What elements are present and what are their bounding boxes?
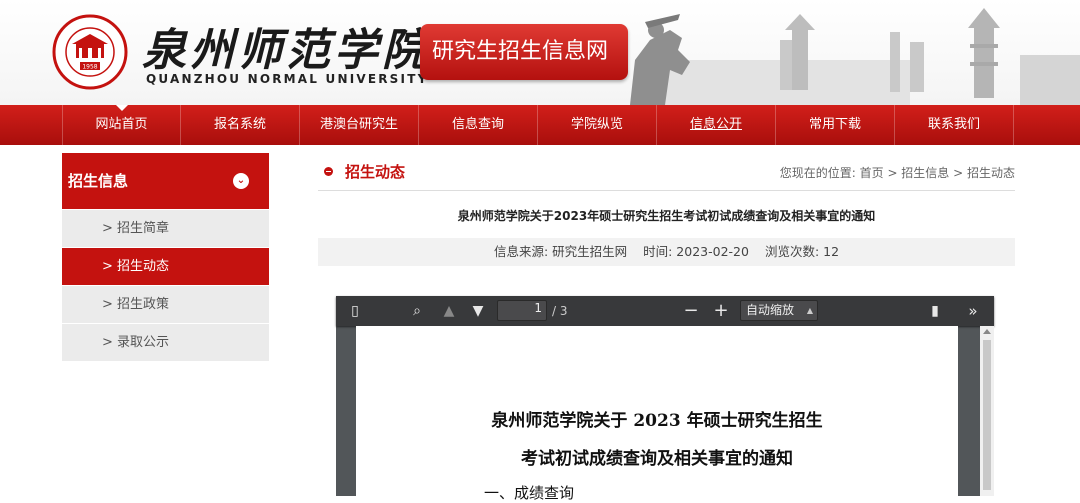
article-title: 泉州师范学院关于2023年硕士研究生招生考试初试成绩查询及相关事宜的通知: [457, 209, 876, 223]
sidebar-item-brochure[interactable]: > 招生简章: [62, 209, 269, 247]
school-name-en: QUANZHOU NORMAL UNIVERSITY: [146, 72, 429, 86]
section-bullet-icon: [324, 167, 333, 176]
section-header: 招生动态 您现在的位置: 首页 > 招生信息 > 招生动态: [318, 153, 1015, 191]
bookmark-icon[interactable]: ▮: [926, 302, 944, 320]
page-total: / 3: [552, 304, 568, 318]
main-content: 招生动态 您现在的位置: 首页 > 招生信息 > 招生动态 泉州师范学院关于20…: [318, 153, 1015, 266]
tools-expand-icon[interactable]: »: [964, 302, 982, 320]
nav-item-info-query[interactable]: 信息查询: [419, 105, 538, 145]
zoom-select-value: 自动缩放: [746, 303, 795, 317]
nav-item-college-overview[interactable]: 学院纵览: [538, 105, 657, 145]
zoom-in-icon[interactable]: +: [712, 302, 730, 320]
zoom-out-icon[interactable]: −: [682, 302, 700, 320]
nav-item-contact[interactable]: 联系我们: [895, 105, 1014, 145]
previous-page-icon[interactable]: ▲: [440, 302, 458, 320]
scroll-thumb[interactable]: [983, 340, 991, 490]
meta-time: 时间: 2023-02-20: [643, 244, 749, 259]
site-title: 研究生招生信息网: [420, 24, 628, 80]
chevron-down-icon[interactable]: ⌄: [233, 173, 249, 189]
doc-title-line2: 考试初试成绩查询及相关事宜的通知: [521, 449, 793, 469]
pdf-scrollbar[interactable]: [980, 326, 994, 496]
sidebar-toggle-icon[interactable]: ▯: [346, 302, 364, 320]
sidebar-header: 招生信息 ⌄: [62, 153, 269, 209]
meta-views: 浏览次数: 12: [764, 244, 840, 259]
nav-item-info-disclosure[interactable]: 信息公开: [657, 105, 776, 145]
meta-source: 信息来源: 研究生招生网: [493, 244, 628, 259]
breadcrumb[interactable]: 您现在的位置: 首页 > 招生信息 > 招生动态: [780, 164, 1015, 181]
zoom-select[interactable]: 自动缩放 ▲▼: [740, 300, 818, 334]
sidebar-item-news[interactable]: > 招生动态: [62, 247, 269, 285]
svg-text:1958: 1958: [82, 64, 97, 71]
sidebar-item-admission-list[interactable]: > 录取公示: [62, 323, 269, 361]
sidebar-title: 招生信息: [68, 172, 129, 190]
page-number-input[interactable]: 1: [497, 300, 547, 321]
nav-item-downloads[interactable]: 常用下载: [776, 105, 895, 145]
nav-item-hk-macao-taiwan[interactable]: 港澳台研究生: [300, 105, 419, 145]
next-page-icon[interactable]: ▼: [469, 302, 487, 320]
section-title: 招生动态: [345, 163, 406, 181]
main-nav: 网站首页 报名系统 港澳台研究生 信息查询 学院纵览 信息公开 常用下载 联系我…: [0, 105, 1080, 145]
school-name: 泉州师范学院: [142, 25, 430, 76]
nav-item-home[interactable]: 网站首页: [62, 105, 181, 145]
article-meta: 信息来源: 研究生招生网 时间: 2023-02-20 浏览次数: 12: [318, 238, 1015, 266]
university-seal-logo: 1958: [52, 14, 128, 90]
scroll-up-icon[interactable]: [983, 329, 991, 334]
pdf-toolbar: ▯ ⌕ ▲ ▼ 1 / 3 − + 自动缩放 ▲▼ ▮ »: [336, 296, 994, 334]
doc-title-line1: 泉州师范学院关于 2023 年硕士研究生招生: [491, 411, 823, 431]
sidebar-item-policy[interactable]: > 招生政策: [62, 285, 269, 323]
pdf-viewer: ▯ ⌕ ▲ ▼ 1 / 3 − + 自动缩放 ▲▼ ▮ » 泉州师范学院关于 2…: [336, 296, 994, 502]
pdf-page: 泉州师范学院关于 2023 年硕士研究生招生 考试初试成绩查询及相关事宜的通知 …: [356, 326, 958, 502]
nav-item-registration[interactable]: 报名系统: [181, 105, 300, 145]
sidebar: 招生信息 ⌄ > 招生简章 > 招生动态 > 招生政策 > 录取公示: [62, 153, 269, 361]
site-header: 1958 泉州师范学院 QUANZHOU NORMAL UNIVERSITY 研…: [0, 0, 1080, 105]
search-icon[interactable]: ⌕: [408, 302, 426, 320]
